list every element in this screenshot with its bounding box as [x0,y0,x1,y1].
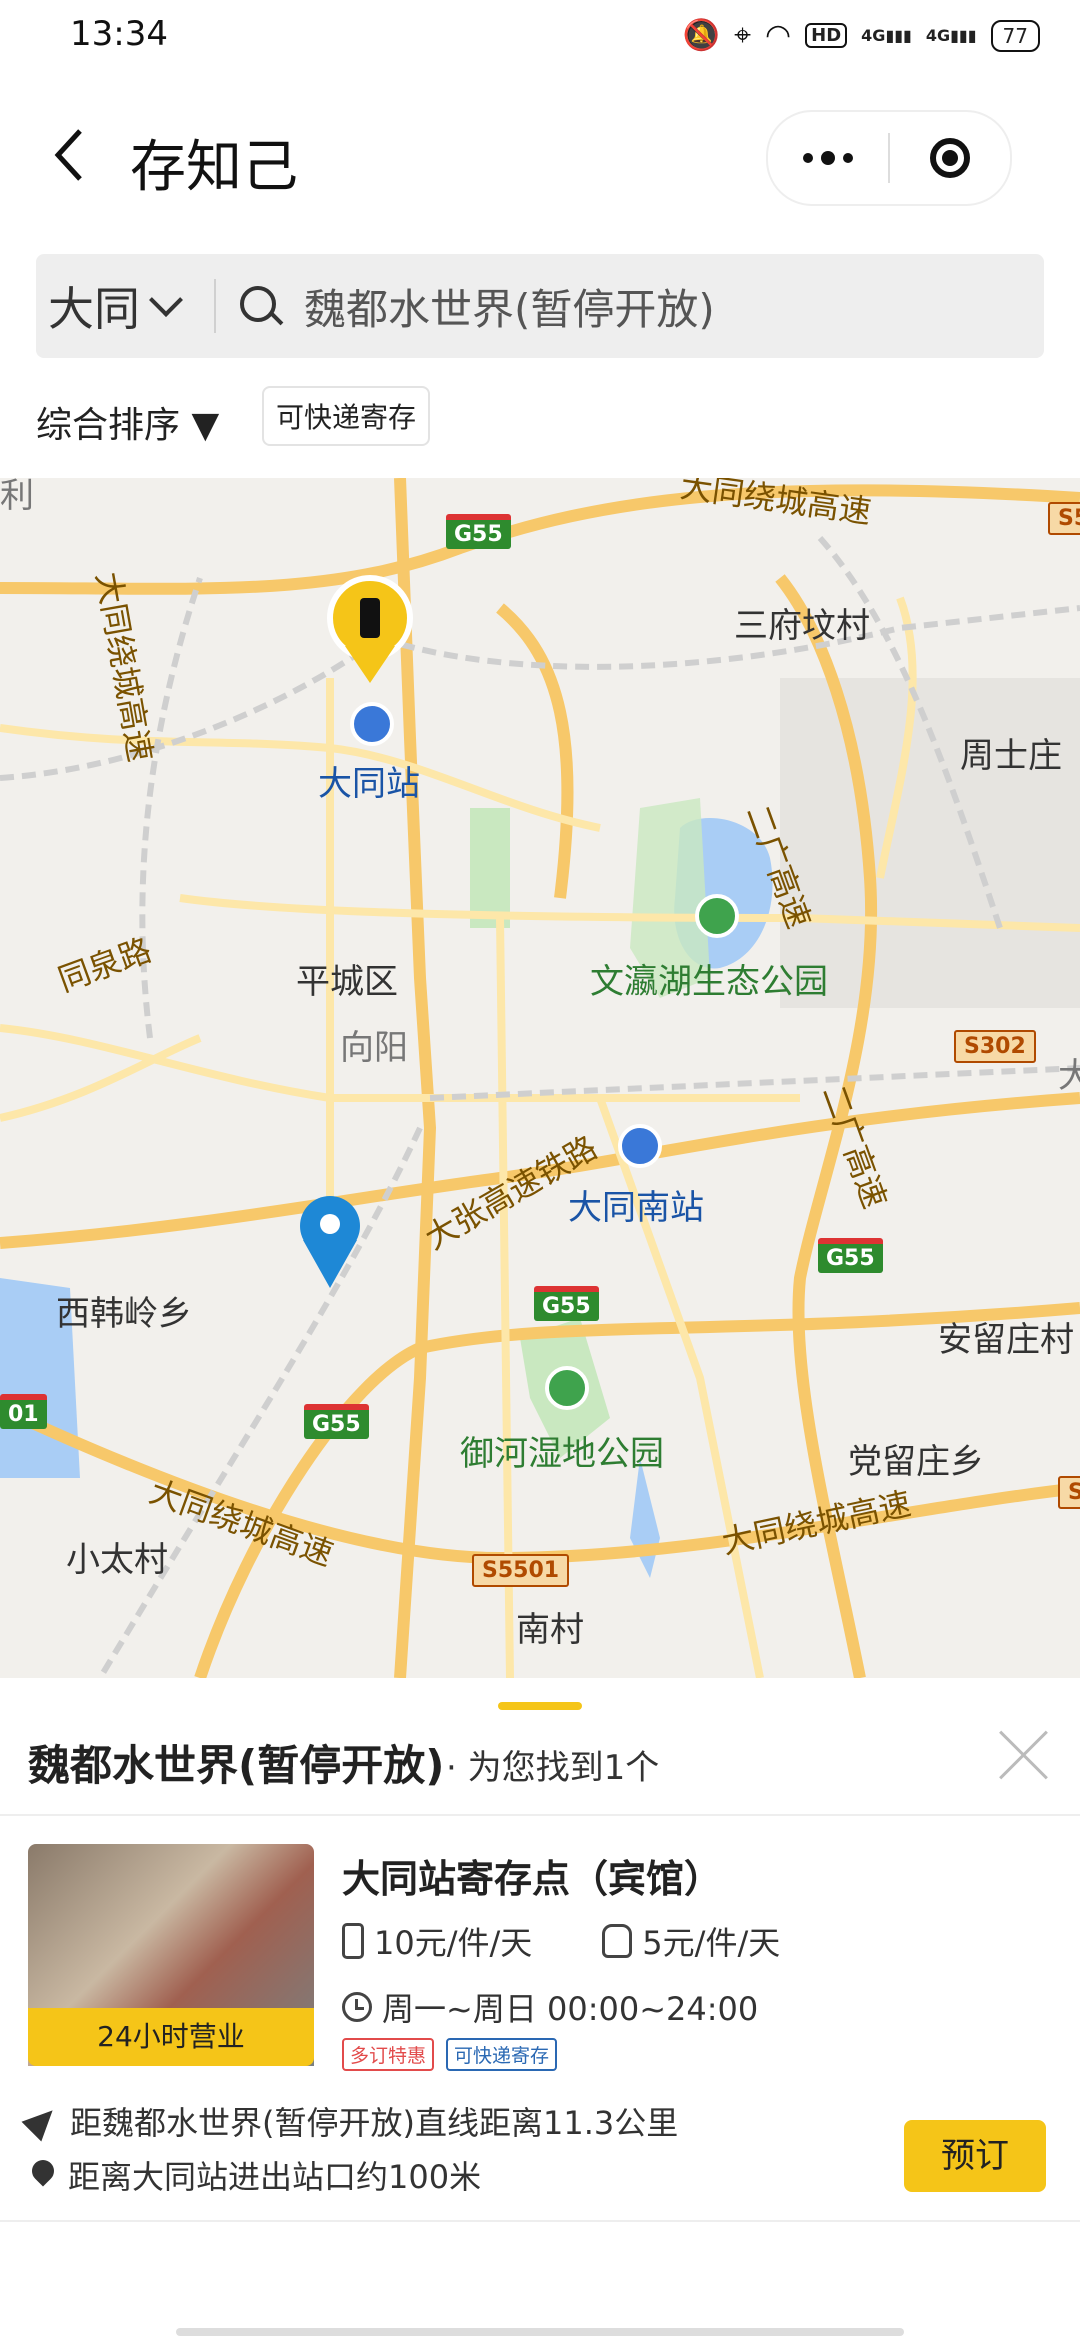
highway-shield-g55-c: G55 [818,1238,883,1273]
map-label-pingcheng: 平城区 [296,962,398,1002]
suitcase-icon [342,1923,364,1959]
close-icon[interactable] [996,1728,1050,1782]
status-bar: 13:34 🔕 ⌖ ◠ HD 4G▮▮▮ 4G▮▮▮ 77 [0,0,1080,80]
highway-shield-s5501: S5501 [472,1554,570,1587]
signal-icon-a: 4G▮▮▮ [861,26,912,45]
back-button[interactable] [40,120,100,190]
map-label-partial-left: 利 [0,478,34,516]
hours-row: 周一~周日 00:00~24:00 [342,1984,758,2030]
page-title: 存知己 [130,135,298,200]
clock-icon [342,1992,372,2022]
map-label-wenying-park: 文瀛湖生态公园 [590,962,828,1002]
map-label-partial-right: 大 [1058,1056,1080,1096]
map-label-xiaotai: 小太村 [66,1540,168,1580]
search-input[interactable]: 魏都水世界(暂停开放) [304,276,715,337]
nav-bar: 存知己 [0,80,1080,230]
search-bar: 大同 魏都水世界(暂停开放) [36,254,1044,358]
highway-shield-partial-right2: S [1058,1476,1080,1509]
price-row: 10元/件/天 5元/件/天 [342,1918,780,1964]
search-divider [214,279,216,333]
results-panel: 魏都水世界(暂停开放) · 为您找到1个 24小时营业 大同站寄存点（宾馆） 1… [0,1678,1080,2340]
price-luggage: 10元/件/天 [374,1924,533,1962]
chevron-down-icon [149,283,183,317]
hd-icon: HD [805,23,848,48]
divider [0,1814,1080,1816]
highway-shield-g55-b: G55 [534,1286,599,1321]
wifi-icon: ◠ [764,18,792,53]
map-label-xihanling: 西韩岭乡 [56,1294,192,1334]
highway-shield-partial-right: S5 [1048,502,1080,535]
map-label-nancun: 南村 [516,1610,584,1650]
city-label: 大同 [48,282,140,336]
distance-text: 距魏都水世界(暂停开放)直线距离11.3公里 [70,2104,679,2142]
highway-shield-g55-d: G55 [304,1404,369,1439]
divider-bottom [0,2220,1080,2222]
map-label-datong-south: 大同南站 [568,1188,704,1228]
map-label-datong-station: 大同站 [318,764,420,804]
express-storage-filter[interactable]: 可快递寄存 [262,386,431,446]
sort-dropdown[interactable]: 综合排序 ▼ [36,396,219,448]
open-hours: 周一~周日 00:00~24:00 [382,1990,759,2028]
signal-icon-b: 4G▮▮▮ [925,26,977,45]
status-time: 13:34 [70,14,168,54]
price-bag: 5元/件/天 [642,1924,781,1962]
map-label-anliuzhuang: 安留庄村 [938,1320,1074,1360]
navigation-arrow-icon [21,2100,63,2142]
target-icon [930,138,970,178]
location-pin-icon [27,2155,59,2187]
map-label-yuhe-park: 御河湿地公园 [460,1434,664,1474]
status-icons: 🔕 ⌖ ◠ HD 4G▮▮▮ 4G▮▮▮ 77 [683,18,1040,53]
results-title: 魏都水世界(暂停开放) [28,1741,445,1790]
map-label-xiangyang: 向阳 [340,1028,408,1068]
mute-icon: 🔕 [682,18,721,53]
selected-location-pin[interactable] [300,1196,360,1288]
chevron-left-icon [54,129,82,181]
city-selector[interactable]: 大同 [36,273,183,339]
map-view[interactable]: 大同站 大同南站 平城区 向阳 文瀛湖生态公园 御河湿地公园 三府坟村 周士庄 … [0,478,1080,1678]
tag-express: 可快递寄存 [446,2038,558,2071]
location-note: 距离大同站进出站口约100米 [68,2158,482,2196]
tag-list: 多订特惠 可快递寄存 [342,2038,558,2071]
more-button[interactable] [768,112,888,204]
more-dots-icon [803,151,853,165]
map-label-zhoushizhuang: 周士庄 [960,736,1062,776]
book-button[interactable]: 预订 [904,2120,1046,2192]
map-label-sanfu: 三府坟村 [734,606,870,646]
tag-discount: 多订特惠 [342,2038,435,2071]
hours-badge: 24小时营业 [28,2008,314,2066]
miniprogram-capsule [766,110,1012,206]
drag-handle[interactable] [498,1702,582,1710]
shop-name[interactable]: 大同站寄存点（宾馆） [342,1848,722,1903]
location-icon: ⌖ [734,18,751,53]
battery-icon: 77 [990,19,1040,52]
results-count: · 为您找到1个 [446,1748,660,1788]
highway-shield-g55-a: G55 [446,514,511,549]
map-label-dangliuzhuang: 党留庄乡 [848,1442,984,1482]
highway-shield-partial-left: 01 [0,1394,47,1429]
home-indicator[interactable] [176,2328,904,2336]
highway-shield-s302: S302 [954,1030,1036,1063]
close-miniprogram-button[interactable] [890,112,1010,204]
search-icon [240,286,284,326]
location-row: 距离大同站进出站口约100米 [27,2152,482,2198]
backpack-icon [602,1924,633,1958]
distance-row: 距魏都水世界(暂停开放)直线距离11.3公里 [21,2098,679,2144]
